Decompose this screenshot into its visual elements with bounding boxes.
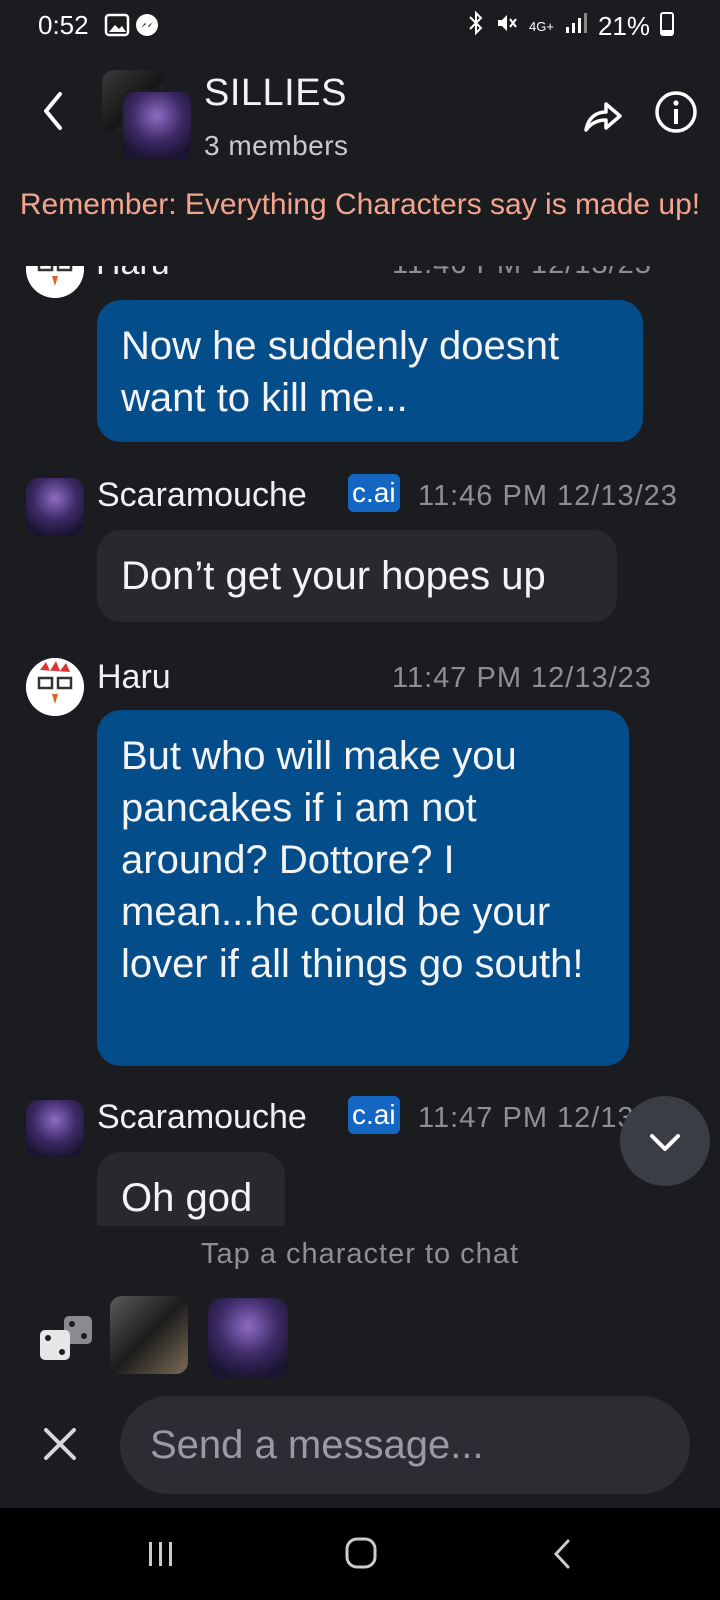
group-title[interactable]: SILLIES: [204, 72, 347, 115]
avatar: [121, 90, 193, 162]
nav-back-icon: [553, 1539, 570, 1569]
message-input[interactable]: [120, 1396, 690, 1494]
network-label: 4G+: [529, 18, 554, 34]
character-avatar-button[interactable]: [208, 1298, 288, 1378]
avatar[interactable]: [26, 478, 84, 536]
message-timestamp: 11:46 PM 12/13/23: [392, 266, 652, 281]
message-bubble[interactable]: Oh god: [97, 1152, 285, 1226]
message-list[interactable]: Haru 11:46 PM 12/13/23 Now he suddenly d…: [0, 266, 720, 1226]
close-icon: [44, 1428, 76, 1460]
message-timestamp: 11:46 PM 12/13/23: [418, 480, 678, 512]
chevron-left-icon: [44, 92, 62, 130]
group-avatar[interactable]: [102, 70, 193, 162]
info-button[interactable]: [652, 88, 700, 136]
disclaimer-banner: Remember: Everything Characters say is m…: [0, 172, 720, 266]
recents-icon: [149, 1542, 172, 1566]
avatar[interactable]: [26, 266, 84, 298]
avatar[interactable]: [26, 658, 84, 716]
home-icon: [345, 1537, 377, 1569]
system-nav-bar: [0, 1508, 720, 1600]
dice-icon: [40, 1316, 92, 1360]
character-avatar-button[interactable]: [110, 1296, 188, 1374]
share-icon: [584, 102, 622, 132]
character-tag: c.ai: [348, 474, 400, 512]
recents-button[interactable]: [146, 1538, 176, 1575]
sender-name: Scaramouche: [97, 476, 307, 514]
status-bar: 0:52 4G+ 21%: [0, 0, 720, 54]
battery-percent: 21%: [597, 11, 650, 41]
home-button[interactable]: [344, 1536, 378, 1575]
sender-name: Haru: [97, 658, 171, 696]
back-button[interactable]: [34, 86, 74, 136]
scroll-down-button[interactable]: [620, 1096, 710, 1186]
random-character-button[interactable]: [38, 1312, 96, 1364]
gallery-icon: [104, 12, 130, 43]
mute-icon: [495, 11, 519, 42]
message-bubble[interactable]: But who will make you pancakes if i am n…: [97, 710, 629, 1066]
nav-back-button[interactable]: [550, 1538, 574, 1575]
share-button[interactable]: [580, 94, 624, 138]
message-bubble[interactable]: Now he suddenly doesnt want to kill me..…: [97, 300, 643, 442]
avatar[interactable]: [26, 1100, 84, 1158]
signal-icon: [564, 11, 588, 42]
chevron-down-icon: [650, 1134, 680, 1151]
close-button[interactable]: [38, 1422, 82, 1466]
status-right: 4G+ 21%: [467, 10, 674, 43]
messenger-icon: [134, 12, 160, 43]
sender-name: Haru: [96, 266, 170, 283]
battery-icon: [660, 10, 674, 43]
haru-avatar-icon: [26, 658, 84, 716]
sender-name: Scaramouche: [97, 1098, 307, 1136]
member-count[interactable]: 3 members: [204, 130, 349, 162]
tap-hint: Tap a character to chat: [201, 1238, 519, 1270]
haru-avatar-icon: [26, 266, 84, 298]
message-bubble[interactable]: Don’t get your hopes up: [97, 530, 617, 622]
bluetooth-icon: [467, 10, 485, 43]
status-time: 0:52: [38, 10, 89, 40]
message-timestamp: 11:47 PM 12/13/23: [392, 662, 652, 694]
info-icon: [655, 91, 697, 133]
character-tag: c.ai: [348, 1096, 400, 1134]
